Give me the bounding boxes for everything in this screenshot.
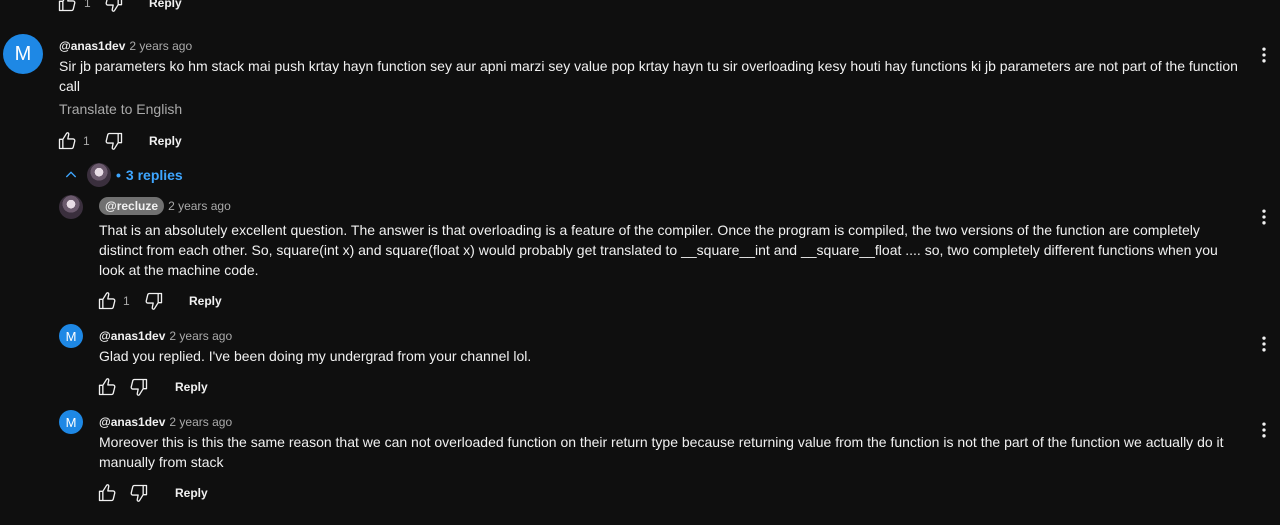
comment-header: @anas1dev 2 years ago bbox=[59, 37, 192, 55]
avatar[interactable]: M bbox=[59, 324, 83, 348]
dislike-button[interactable] bbox=[143, 290, 165, 312]
dislike-button[interactable] bbox=[103, 130, 125, 152]
like-count: 1 bbox=[83, 134, 90, 148]
reply-header: @anas1dev 2 years ago bbox=[99, 327, 232, 345]
more-actions-button[interactable] bbox=[1252, 43, 1276, 67]
avatar[interactable]: M bbox=[59, 410, 83, 434]
thumbs-down-icon bbox=[129, 483, 149, 503]
reply-header: @recluze 2 years ago bbox=[99, 197, 231, 215]
reply-text: That is an absolutely excellent question… bbox=[99, 222, 1218, 278]
dislike-button[interactable] bbox=[128, 376, 150, 398]
more-actions-button[interactable] bbox=[1252, 205, 1276, 229]
thumbs-up-icon bbox=[97, 377, 117, 397]
thumbs-down-icon bbox=[104, 131, 124, 151]
thumbs-down-icon bbox=[129, 377, 149, 397]
thumbs-down-icon bbox=[104, 0, 124, 13]
replies-toggle[interactable]: • 3 replies bbox=[59, 162, 183, 188]
like-button[interactable] bbox=[56, 130, 78, 152]
author-name[interactable]: @anas1dev bbox=[99, 415, 165, 429]
timestamp[interactable]: 2 years ago bbox=[169, 329, 232, 343]
vertical-ellipsis-icon bbox=[1254, 334, 1274, 354]
reply-button[interactable]: Reply bbox=[149, 0, 182, 10]
reply-text: Glad you replied. I've been doing my und… bbox=[99, 348, 532, 364]
reply-button[interactable]: Reply bbox=[175, 486, 208, 500]
author-name[interactable]: @anas1dev bbox=[99, 329, 165, 343]
comment-text: Sir jb parameters ko hm stack mai push k… bbox=[59, 58, 1238, 94]
reply-button[interactable]: Reply bbox=[149, 134, 182, 148]
vertical-ellipsis-icon bbox=[1254, 207, 1274, 227]
thumbs-down-icon bbox=[144, 291, 164, 311]
avatar[interactable]: M bbox=[3, 34, 43, 74]
thumbs-up-icon bbox=[57, 131, 77, 151]
timestamp[interactable]: 2 years ago bbox=[129, 39, 192, 53]
like-count: 1 bbox=[123, 294, 130, 308]
reply-button[interactable]: Reply bbox=[189, 294, 222, 308]
avatar[interactable] bbox=[59, 195, 83, 219]
reply-header: @anas1dev 2 years ago bbox=[99, 413, 232, 431]
like-button[interactable] bbox=[57, 0, 77, 13]
more-actions-button[interactable] bbox=[1252, 332, 1276, 356]
thumbs-up-icon bbox=[57, 0, 77, 13]
reply-text: Moreover this is this the same reason th… bbox=[99, 434, 1224, 470]
reply-button[interactable]: Reply bbox=[175, 380, 208, 394]
timestamp[interactable]: 2 years ago bbox=[168, 199, 231, 213]
vertical-ellipsis-icon bbox=[1254, 45, 1274, 65]
thumbs-up-icon bbox=[97, 483, 117, 503]
like-button[interactable] bbox=[96, 376, 118, 398]
bullet: • bbox=[116, 167, 121, 183]
translate-button[interactable]: Translate to English bbox=[59, 101, 182, 117]
like-button[interactable] bbox=[96, 290, 118, 312]
author-name[interactable]: @anas1dev bbox=[59, 39, 125, 53]
thumbs-up-icon bbox=[97, 291, 117, 311]
dislike-button[interactable] bbox=[104, 0, 124, 13]
avatar bbox=[87, 163, 111, 187]
replies-count-label[interactable]: 3 replies bbox=[126, 167, 183, 183]
dislike-button[interactable] bbox=[128, 482, 150, 504]
chevron-up-icon bbox=[59, 163, 83, 187]
vertical-ellipsis-icon bbox=[1254, 420, 1274, 440]
author-name[interactable]: @recluze bbox=[99, 197, 165, 215]
like-count: 1 bbox=[84, 0, 91, 10]
like-button[interactable] bbox=[96, 482, 118, 504]
timestamp[interactable]: 2 years ago bbox=[169, 415, 232, 429]
more-actions-button[interactable] bbox=[1252, 418, 1276, 442]
